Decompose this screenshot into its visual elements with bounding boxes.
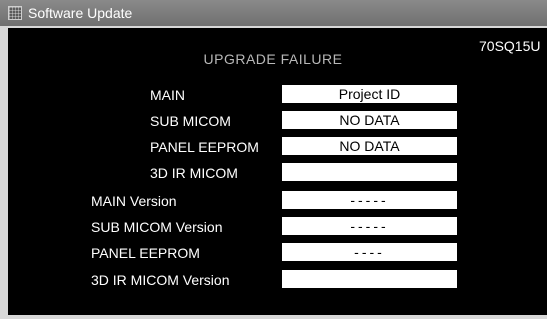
sub-micom-value: NO DATA [282, 111, 457, 129]
3d-ir-micom-value [282, 163, 457, 181]
main-value: Project ID [282, 85, 457, 103]
main-version-value: ----- [282, 191, 457, 209]
software-update-window: Software Update 70SQ15U UPGRADE FAILURE … [0, 0, 547, 319]
software-update-icon [8, 6, 22, 20]
title-bar: Software Update [0, 0, 547, 26]
3d-ir-micom-version-value [282, 270, 457, 288]
sub-micom-version-label: SUB MICOM Version [91, 219, 223, 235]
panel-eeprom-version-label: PANEL EEPROM [91, 245, 200, 261]
panel-eeprom-value: NO DATA [282, 137, 457, 155]
update-status-panel: 70SQ15U UPGRADE FAILURE MAIN Project ID … [8, 28, 547, 315]
main-version-label: MAIN Version [91, 193, 177, 209]
sub-micom-version-value: ----- [282, 217, 457, 235]
window-bottom-edge [0, 315, 547, 319]
3d-ir-micom-version-label: 3D IR MICOM Version [91, 272, 230, 288]
main-label: MAIN [150, 87, 185, 103]
upgrade-status-heading: UPGRADE FAILURE [203, 51, 343, 67]
3d-ir-micom-label: 3D IR MICOM [150, 165, 238, 181]
sub-micom-label: SUB MICOM [150, 113, 231, 129]
panel-eeprom-label: PANEL EEPROM [150, 139, 259, 155]
panel-eeprom-version-value: ---- [282, 243, 457, 261]
window-title: Software Update [28, 5, 133, 21]
